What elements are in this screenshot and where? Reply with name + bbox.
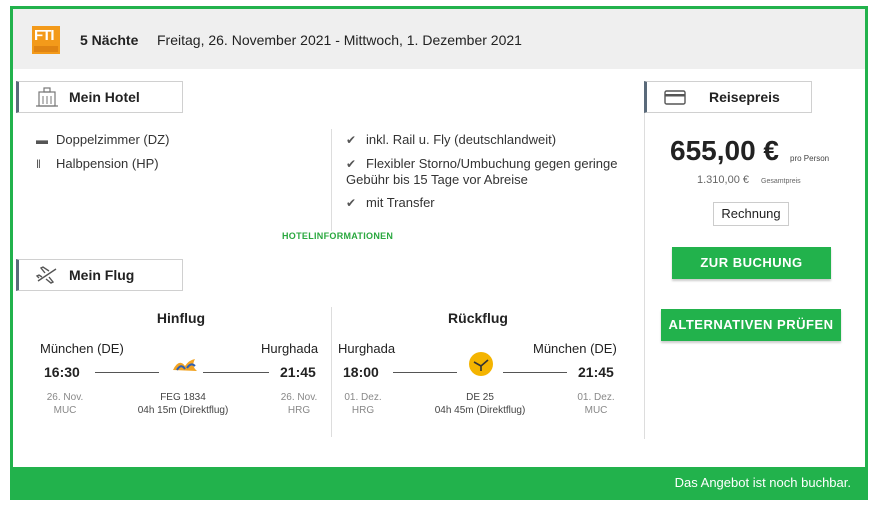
outbound-from-city: München (DE) (40, 341, 124, 356)
price-per-person: 655,00 € (670, 135, 779, 166)
return-dep-info: 01. Dez. HRG (344, 392, 382, 416)
invoice-button[interactable]: Rechnung (713, 202, 789, 226)
tab-my-flight-label: Mein Flug (69, 267, 135, 283)
board-type: ‖ Halbpension (HP) (36, 156, 159, 171)
outbound-dep-info: 26. Nov. MUC (46, 392, 84, 416)
condor-logo-icon (469, 352, 493, 376)
outbound-to-city: Hurghada (261, 341, 319, 356)
outbound-arr-time: 21:45 (280, 364, 316, 380)
total-price-label: Gesamtpreis (761, 178, 801, 185)
book-button[interactable]: ZUR BUCHUNG (672, 247, 831, 279)
hotel-icon (36, 87, 58, 107)
return-arr-info: 01. Dez. MUC (577, 392, 615, 416)
tab-travel-price: Reisepreis (644, 81, 812, 113)
bed-icon: ▬ (36, 133, 48, 147)
check-icon: ✔ (346, 157, 357, 171)
availability-status: Das Angebot ist noch buchbar. (674, 475, 851, 490)
airplane-icon (35, 266, 57, 284)
return-dep-time: 18:00 (343, 364, 379, 380)
availability-footer: Das Angebot ist noch buchbar. (13, 467, 865, 497)
price-divider (644, 113, 645, 439)
offer-card: FTI 5 Nächte Freitag, 26. November 2021 … (10, 6, 868, 500)
check-alternatives-button[interactable]: ALTERNATIVEN PRÜFEN (661, 309, 841, 341)
outbound-flight-info: FEG 1834 04h 15m (Direktflug) (137, 392, 229, 416)
price-per-person-label: pro Person (790, 154, 830, 163)
divider (331, 129, 332, 231)
feature-transfer: ✔ mit Transfer (346, 195, 435, 210)
feature-rail-fly: ✔ inkl. Rail u. Fly (deutschlandweit) (346, 132, 557, 147)
airline-logo-icon (173, 359, 197, 371)
flight-divider (331, 307, 332, 437)
return-title: Rückflug (448, 310, 508, 326)
cutlery-icon: ‖ (36, 157, 41, 171)
room-type: ▬ Doppelzimmer (DZ) (36, 132, 170, 147)
return-from-city: Hurghada (338, 341, 396, 356)
outbound-dep-time: 16:30 (44, 364, 80, 380)
feature-flex-storno: ✔ Flexibler Storno/Umbuchung gegen gering… (346, 156, 618, 187)
return-arr-time: 21:45 (578, 364, 614, 380)
travel-dates: Freitag, 26. November 2021 - Mittwoch, 1… (157, 32, 522, 48)
outbound-arr-info: 26. Nov. HRG (280, 392, 318, 416)
fti-logo: FTI (32, 26, 60, 54)
return-flight-info: DE 25 04h 45m (Direktflug) (434, 392, 526, 416)
tab-my-hotel-label: Mein Hotel (69, 89, 140, 105)
logo-text: FTI (34, 27, 54, 44)
outbound-title: Hinflug (156, 310, 206, 326)
total-price: 1.310,00 € (697, 174, 749, 186)
check-icon: ✔ (346, 133, 357, 147)
tab-my-flight: Mein Flug (16, 259, 183, 291)
credit-card-icon (664, 90, 686, 105)
check-icon: ✔ (346, 196, 357, 210)
tab-my-hotel: Mein Hotel (16, 81, 183, 113)
hotel-info-link[interactable]: HOTELINFORMATIONEN (282, 231, 393, 241)
nights-count: 5 Nächte (80, 32, 139, 48)
tab-travel-price-label: Reisepreis (709, 89, 780, 105)
return-to-city: München (DE) (533, 341, 617, 356)
offer-header: FTI 5 Nächte Freitag, 26. November 2021 … (13, 9, 865, 69)
